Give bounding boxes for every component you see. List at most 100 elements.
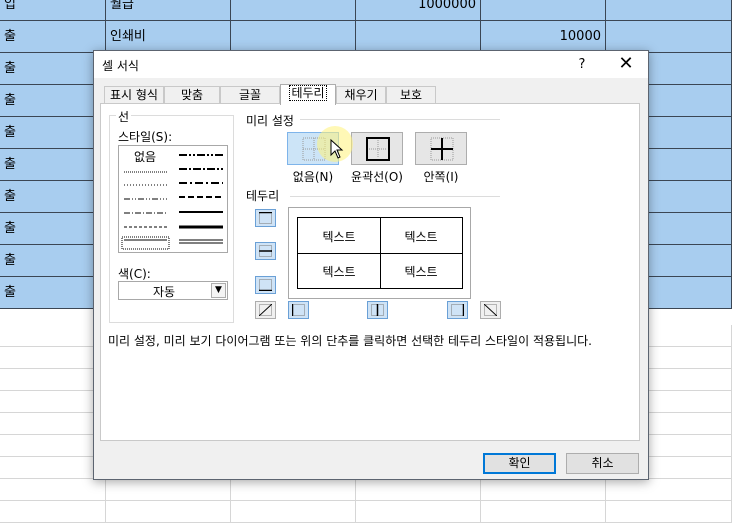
cell[interactable] (606, 501, 732, 523)
cell[interactable] (106, 479, 231, 501)
border-middle-vertical-button[interactable] (367, 301, 388, 319)
cell[interactable]: 출 (0, 21, 106, 53)
border-top-button[interactable] (255, 209, 276, 227)
tab-font[interactable]: 글꼴 (220, 86, 280, 104)
preset-outline-label: 윤곽선(O) (351, 170, 403, 184)
cell[interactable]: 출 (0, 85, 106, 117)
cell[interactable]: 월급 (106, 0, 231, 21)
cell[interactable]: 출 (0, 277, 106, 309)
border-left-icon (292, 304, 305, 316)
close-button[interactable]: ✕ (612, 51, 640, 78)
cell[interactable] (0, 413, 106, 435)
dialog-title: 셀 서식 (102, 59, 139, 73)
preview-inside-horizontal-line (298, 253, 462, 254)
preview-text: 텍스트 (404, 265, 438, 279)
cell[interactable] (0, 479, 106, 501)
cell[interactable] (356, 21, 481, 53)
cell[interactable] (356, 501, 481, 523)
border-middle-horizontal-button[interactable] (255, 242, 276, 260)
preset-none-label: 없음(N) (292, 170, 334, 184)
cell[interactable]: 입 (0, 0, 106, 21)
tab-protection[interactable]: 보호 (386, 86, 436, 104)
cell[interactable] (481, 0, 606, 21)
border-bottom-button[interactable] (255, 276, 276, 294)
preset-outline-button[interactable] (351, 132, 403, 165)
diagonal-down-icon (484, 304, 497, 316)
preset-outline-icon (366, 137, 390, 161)
cell[interactable] (606, 21, 732, 53)
tab-fill[interactable]: 채우기 (336, 86, 386, 104)
preset-inside-icon (430, 137, 454, 161)
border-right-button[interactable] (447, 301, 468, 319)
help-button[interactable]: ? (568, 51, 596, 78)
border-help-text: 미리 설정, 미리 보기 다이어그램 또는 위의 단추를 클릭하면 선택한 테두… (108, 334, 592, 348)
border-right-icon (451, 304, 464, 316)
border-title: 테두리 (246, 189, 280, 203)
table-row[interactable] (0, 501, 732, 523)
cell[interactable] (606, 479, 732, 501)
ok-button[interactable]: 확인 (483, 453, 556, 474)
cell[interactable] (0, 369, 106, 391)
cancel-button[interactable]: 취소 (566, 453, 639, 474)
cell[interactable] (0, 501, 106, 523)
preview-text: 텍스트 (404, 230, 438, 244)
cell[interactable]: 인쇄비 (106, 21, 231, 53)
cell[interactable] (481, 501, 606, 523)
table-row[interactable] (0, 479, 732, 501)
border-diagonal-down-button[interactable] (480, 301, 501, 319)
line-group: 선 스타일(S): 없음 색(C): 자동 ▼ (109, 108, 234, 323)
line-group-title: 선 (116, 108, 132, 125)
cell[interactable]: 출 (0, 117, 106, 149)
cell[interactable]: 출 (0, 149, 106, 181)
cell[interactable]: 출 (0, 181, 106, 213)
cell[interactable] (231, 21, 356, 53)
cell[interactable] (106, 501, 231, 523)
cell[interactable]: 1000000 (356, 0, 481, 21)
presets-divider (300, 119, 500, 120)
border-divider (290, 196, 500, 197)
preview-text: 텍스트 (322, 230, 356, 244)
cell[interactable]: 출 (0, 213, 106, 245)
preset-inside-label: 안쪽(I) (423, 170, 459, 184)
border-top-icon (259, 212, 272, 224)
border-bottom-icon (259, 279, 272, 291)
cell[interactable]: 출 (0, 53, 106, 85)
tab-border-label: 테두리 (289, 85, 327, 101)
line-style-list[interactable]: 없음 (118, 145, 228, 253)
table-row[interactable]: 입 월급 1000000 (0, 0, 732, 21)
format-cells-dialog: 셀 서식 ? ✕ 표시 형식 맞춤 글꼴 테두리 채우기 보호 선 스타일(S)… (93, 50, 649, 480)
cell[interactable] (0, 391, 106, 413)
cell[interactable] (231, 0, 356, 21)
tab-alignment[interactable]: 맞춤 (164, 86, 220, 104)
mouse-cursor-icon (317, 126, 353, 162)
border-tab-panel: 선 스타일(S): 없음 색(C): 자동 ▼ 미리 설정 없음(N) 윤곽선(… (100, 103, 640, 441)
presets-title: 미리 설정 (246, 114, 294, 128)
preview-text: 텍스트 (322, 265, 356, 279)
preview-grid[interactable]: 텍스트 텍스트 텍스트 텍스트 (297, 217, 463, 289)
border-preview[interactable]: 텍스트 텍스트 텍스트 텍스트 (288, 207, 471, 299)
table-row[interactable]: 출 인쇄비 10000 (0, 21, 732, 53)
chevron-down-icon[interactable]: ▼ (211, 283, 226, 298)
cell[interactable] (481, 479, 606, 501)
border-diagonal-up-button[interactable] (255, 301, 276, 319)
cell[interactable] (0, 457, 106, 479)
cell[interactable] (231, 479, 356, 501)
dialog-titlebar[interactable]: 셀 서식 ? ✕ (94, 51, 648, 78)
line-style-samples[interactable] (119, 146, 227, 252)
cell[interactable]: 출 (0, 245, 106, 277)
border-middle-vertical-icon (371, 304, 384, 316)
cell[interactable] (0, 347, 106, 369)
cell[interactable] (606, 0, 732, 21)
color-dropdown[interactable]: 자동 ▼ (118, 281, 228, 300)
cell[interactable] (0, 325, 106, 347)
cell[interactable] (0, 435, 106, 457)
tab-border[interactable]: 테두리 (280, 84, 336, 105)
cell[interactable] (231, 501, 356, 523)
preset-inside-button[interactable] (415, 132, 467, 165)
color-value: 자동 (152, 285, 176, 299)
tab-number-format[interactable]: 표시 형식 (104, 86, 164, 104)
diagonal-up-icon (259, 304, 272, 316)
border-left-button[interactable] (288, 301, 309, 319)
cell[interactable]: 10000 (481, 21, 606, 53)
cell[interactable] (356, 479, 481, 501)
